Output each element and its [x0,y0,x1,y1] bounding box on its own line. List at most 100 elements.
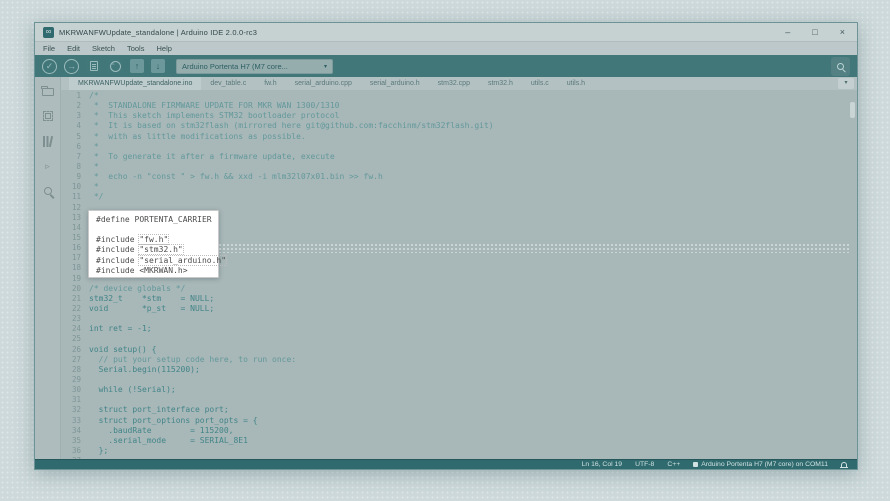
board-status: Arduino Portenta H7 (M7 core) on COM11 [693,460,828,470]
menu-item-tools[interactable]: Tools [127,44,145,53]
code-editor[interactable]: 1 /* 2 * STANDALONE FIRMWARE UPDATE FOR … [61,90,857,459]
board-selector-dropdown[interactable]: Arduino Portenta H7 (M7 core... ▾ [176,59,333,74]
board-icon [693,462,698,467]
line-text: }; [89,446,108,456]
line-text: * with as little modifications as possib… [89,132,306,142]
line-text: struct port_interface port; [89,405,229,415]
arrow-down-button[interactable]: ↓ [151,59,165,73]
line-number: 33 [61,416,89,426]
line-number: 6 [61,142,89,152]
sketchbook-folder-icon [42,88,54,96]
highlighted-code-line: #define PORTENTA_CARRIER [96,215,218,225]
sidebar-item-debug[interactable]: ▹ [41,159,55,173]
verify-button[interactable]: ✓ [42,59,57,74]
include-highlight-box: #define PORTENTA_CARRIER #include "fw.h"… [88,210,219,278]
sidebar-item-sketchbook[interactable] [41,84,55,98]
minimize-button[interactable]: – [785,27,790,37]
line-number: 12 [61,203,89,213]
sidebar-item-boards-manager[interactable] [41,109,55,123]
editor-tab[interactable]: utils.c [522,77,558,90]
tab-overflow-button[interactable]: ▾ [838,78,854,89]
highlighted-code-line: #include "stm32.h" [96,245,218,255]
line-text: /* [89,91,99,101]
upload-icon: → [67,61,76,71]
line-text: /* device globals */ [89,284,185,294]
document-icon [90,61,98,71]
menu-item-help[interactable]: Help [156,44,171,53]
line-text: * To generate it after a firmware update… [89,152,335,162]
line-number: 10 [61,182,89,192]
editor-tab[interactable]: stm32.h [479,77,522,90]
arrow-up-button[interactable]: ↑ [130,59,144,73]
notifications-bell-icon[interactable] [841,462,847,467]
line-text: * This sketch implements STM32 bootloade… [89,111,339,121]
code-line: 5 * with as little modifications as poss… [61,132,857,142]
highlighted-code-line: #include "serial_arduino.h" [96,256,218,266]
menu-item-edit[interactable]: Edit [67,44,80,53]
close-button[interactable]: × [840,27,845,37]
arduino-ide-window: ∞ MKRWANFWUpdate_standalone | Arduino ID… [34,22,858,470]
editor-tab[interactable]: serial_arduino.h [361,77,429,90]
editor-tab[interactable]: utils.h [558,77,594,90]
menu-item-file[interactable]: File [43,44,55,53]
line-number: 31 [61,395,89,405]
code-line: 28 Serial.begin(115200); [61,365,857,375]
line-number: 27 [61,355,89,365]
editor-tab[interactable]: stm32.cpp [429,77,479,90]
line-number: 16 [61,243,89,253]
sidebar-item-library-manager[interactable] [41,134,55,148]
serial-monitor-button[interactable] [831,57,850,76]
editor-scrollbar[interactable] [850,92,855,457]
code-line: 7 * To generate it after a firmware upda… [61,152,857,162]
line-number: 11 [61,192,89,202]
line-number: 17 [61,253,89,263]
code-line: 1 /* [61,91,857,101]
line-number: 35 [61,436,89,446]
line-number: 14 [61,223,89,233]
code-line: 30 while (!Serial); [61,385,857,395]
line-number: 18 [61,263,89,273]
line-text: * [89,162,99,172]
circle-logo-icon [110,61,121,72]
menu-bar: File Edit Sketch Tools Help [35,42,857,55]
line-number: 24 [61,324,89,334]
editor-tab[interactable]: MKRWANFWUpdate_standalone.ino [69,77,201,90]
line-number: 36 [61,446,89,456]
maximize-button[interactable]: □ [812,27,817,37]
editor-tab[interactable]: fw.h [255,77,285,90]
scrollbar-thumb[interactable] [850,102,855,118]
editor-tab[interactable]: serial_arduino.cpp [286,77,361,90]
line-number: 4 [61,121,89,131]
page-background: { "window": { "title": "MKRWANFWUpdate_s… [0,0,890,501]
toolbar: ✓ → ↑ ↓ Arduino Portenta H7 (M7 core... … [35,55,857,77]
menu-item-sketch[interactable]: Sketch [92,44,115,53]
code-line: 29 [61,375,857,385]
chevron-down-icon: ▾ [324,63,327,70]
code-line: 4 * It is based on stm32flash (mirrored … [61,121,857,131]
code-line: 11 */ [61,192,857,202]
line-number: 5 [61,132,89,142]
line-text: Serial.begin(115200); [89,365,200,375]
circle-logo-button[interactable] [108,59,123,74]
sidebar-item-search[interactable] [41,184,55,198]
arrow-down-icon: ↓ [156,61,161,71]
code-line: 20 /* device globals */ [61,284,857,294]
line-text: * echo -n "const " > fw.h && xxd -i mlm3… [89,172,383,182]
code-line: 10 * [61,182,857,192]
document-button[interactable] [86,59,101,74]
line-number: 20 [61,284,89,294]
code-line: 34 .baudRate = 115200, [61,426,857,436]
line-number: 28 [61,365,89,375]
line-number: 19 [61,274,89,284]
editor-column: MKRWANFWUpdate_standalone.ino dev_table.… [61,77,857,459]
code-line: 2 * STANDALONE FIRMWARE UPDATE FOR MKR W… [61,101,857,111]
upload-button[interactable]: → [64,59,79,74]
activity-sidebar: ▹ [35,77,61,459]
code-line: 6 * [61,142,857,152]
board-selector-label: Arduino Portenta H7 (M7 core... [182,62,320,71]
line-number: 15 [61,233,89,243]
code-line: 36 }; [61,446,857,456]
highlighted-code-line: #include "fw.h" [96,235,218,245]
editor-tab[interactable]: dev_table.c [201,77,255,90]
line-number: 30 [61,385,89,395]
